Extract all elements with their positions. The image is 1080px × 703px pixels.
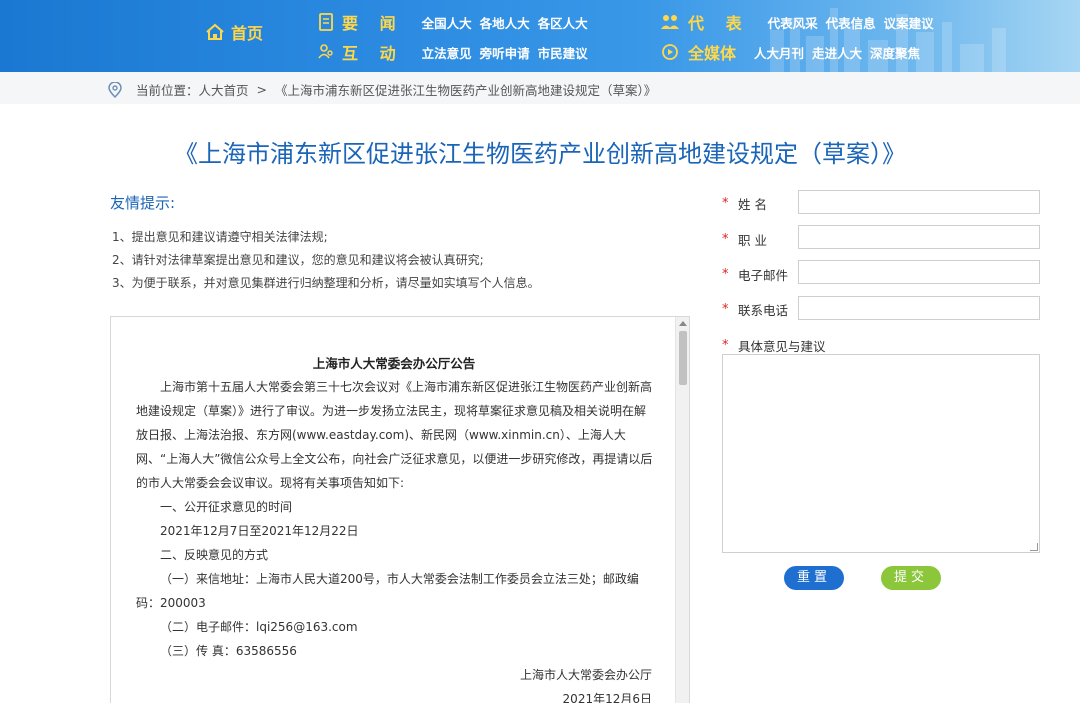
- nav-link-local[interactable]: 各地人大: [480, 13, 530, 32]
- breadcrumb-current: 《上海市浦东新区促进张江生物医药产业创新高地建设规定（草案）》: [275, 83, 657, 98]
- nav-link-visit[interactable]: 走进人大: [812, 43, 862, 62]
- document-icon: [319, 13, 333, 31]
- required-mark: *: [722, 196, 729, 211]
- notice-email: （二）电子邮件：lqi256@163.com: [160, 620, 358, 634]
- nav-link-deputy-style[interactable]: 代表风采: [768, 13, 818, 32]
- nav-link-monthly[interactable]: 人大月刊: [754, 43, 804, 62]
- scroll-up-arrow-icon[interactable]: [679, 321, 687, 326]
- reset-button[interactable]: 重置: [784, 566, 844, 590]
- notice-date: 2021年12月6日: [562, 692, 652, 703]
- breadcrumb-home-link[interactable]: 人大首页: [199, 80, 249, 99]
- nav-link-legislation-opinion[interactable]: 立法意见: [422, 43, 472, 62]
- notice-panel[interactable]: 上海市人大常委会办公厅公告 上海市第十五届人大常委会第三十七次会议对《上海市浦东…: [110, 316, 690, 703]
- email-input[interactable]: [798, 260, 1040, 284]
- nav-link-deputy-info[interactable]: 代表信息: [826, 13, 876, 32]
- tip-line-1: 1、提出意见和建议请遵守相关法律法规;: [112, 230, 328, 244]
- nav-group-media: 全媒体 人大月刊 走进人大 深度聚焦: [660, 40, 920, 64]
- nav-group-interact: 互 动 立法意见 旁听申请 市民建议: [318, 40, 588, 64]
- notice-dates: 2021年12月7日至2021年12月22日: [160, 524, 359, 538]
- phone-input[interactable]: [798, 296, 1040, 320]
- notice-title: 上海市人大常委会办公厅公告: [312, 356, 476, 371]
- form-row-email: * 电子邮件: [722, 265, 788, 284]
- breadcrumb-prefix: 当前位置：: [136, 83, 199, 98]
- home-icon: [206, 23, 224, 40]
- resize-handle-icon[interactable]: [1030, 543, 1038, 551]
- form-row-name: * 姓 名: [722, 194, 767, 213]
- form-row-opinion: * 具体意见与建议: [722, 336, 826, 355]
- nav-link-audit-apply[interactable]: 旁听申请: [480, 43, 530, 62]
- notice-fax: （三）传 真：63586556: [160, 644, 297, 658]
- tip-line-3: 3、为便于联系，并对意见集群进行归纳整理和分析，请尽量如实填写个人信息。: [112, 276, 540, 290]
- nav-home-label: 首页: [231, 24, 264, 43]
- breadcrumb-separator: >: [256, 82, 268, 97]
- notice-section-method: 二、反映意见的方式: [160, 548, 269, 562]
- nav-link-in-depth[interactable]: 深度聚焦: [870, 43, 920, 62]
- required-mark: *: [722, 267, 729, 282]
- notice-body: 上海市第十五届人大常委会第三十七次会议对《上海市浦东新区促进张江生物医药产业创新…: [136, 375, 656, 703]
- email-label: 电子邮件: [738, 268, 789, 283]
- people-group-icon: [661, 15, 679, 29]
- nav-group-deputies: 代 表 代表风采 代表信息 议案建议: [660, 10, 934, 34]
- breadcrumb: 当前位置： 人大首页 > 《上海市浦东新区促进张江生物医药产业创新高地建设规定（…: [0, 72, 1080, 104]
- tips-title: 友情提示:: [110, 194, 176, 212]
- people-icon: [318, 44, 333, 59]
- name-label: 姓 名: [738, 197, 767, 212]
- notice-mail: （一）来信地址：上海市人民大道200号，市人大常委会法制工作委员会立法三处；邮政…: [136, 572, 639, 610]
- nav-link-motion-suggest[interactable]: 议案建议: [884, 13, 934, 32]
- notice-section-time: 一、公开征求意见的时间: [160, 500, 293, 514]
- nav-link-national[interactable]: 全国人大: [422, 13, 472, 32]
- notice-signature: 上海市人大常委会办公厅: [519, 668, 652, 682]
- nav-home[interactable]: 首页: [205, 20, 263, 44]
- media-icon: [662, 44, 678, 60]
- notice-paragraph: 上海市第十五届人大常委会第三十七次会议对《上海市浦东新区促进张江生物医药产业创新…: [136, 380, 653, 490]
- job-input[interactable]: [798, 225, 1040, 249]
- tip-line-2: 2、请针对法律草案提出意见和建议，您的意见和建议将会被认真研究;: [112, 253, 484, 267]
- opinion-label: 具体意见与建议: [738, 339, 826, 354]
- phone-label: 联系电话: [738, 303, 789, 318]
- notice-scrollbar[interactable]: [675, 317, 689, 703]
- submit-button[interactable]: 提交: [881, 566, 941, 590]
- page-title: 《上海市浦东新区促进张江生物医药产业创新高地建设规定（草案）》: [174, 140, 906, 168]
- form-row-job: * 职 业: [722, 230, 767, 249]
- scroll-thumb[interactable]: [679, 331, 687, 385]
- required-mark: *: [722, 232, 729, 247]
- nav-head-deputies[interactable]: 代 表: [660, 10, 750, 34]
- nav-head-news[interactable]: 要 闻: [318, 10, 404, 34]
- site-header: 首页 要 闻 全国人大 各地人大 各区人大 互 动 立法意见 旁听申请 市民建议: [0, 0, 1080, 72]
- location-pin-icon: [108, 81, 122, 98]
- nav-link-district[interactable]: 各区人大: [538, 13, 588, 32]
- form-row-phone: * 联系电话: [722, 300, 788, 319]
- required-mark: *: [722, 338, 729, 353]
- nav-head-media[interactable]: 全媒体: [660, 40, 736, 64]
- nav-head-interact[interactable]: 互 动: [318, 40, 404, 64]
- job-label: 职 业: [738, 233, 767, 248]
- opinion-textarea[interactable]: [722, 354, 1040, 553]
- nav-group-news: 要 闻 全国人大 各地人大 各区人大: [318, 10, 588, 34]
- name-input[interactable]: [798, 190, 1040, 214]
- nav-link-citizen-suggest[interactable]: 市民建议: [538, 43, 588, 62]
- required-mark: *: [722, 302, 729, 317]
